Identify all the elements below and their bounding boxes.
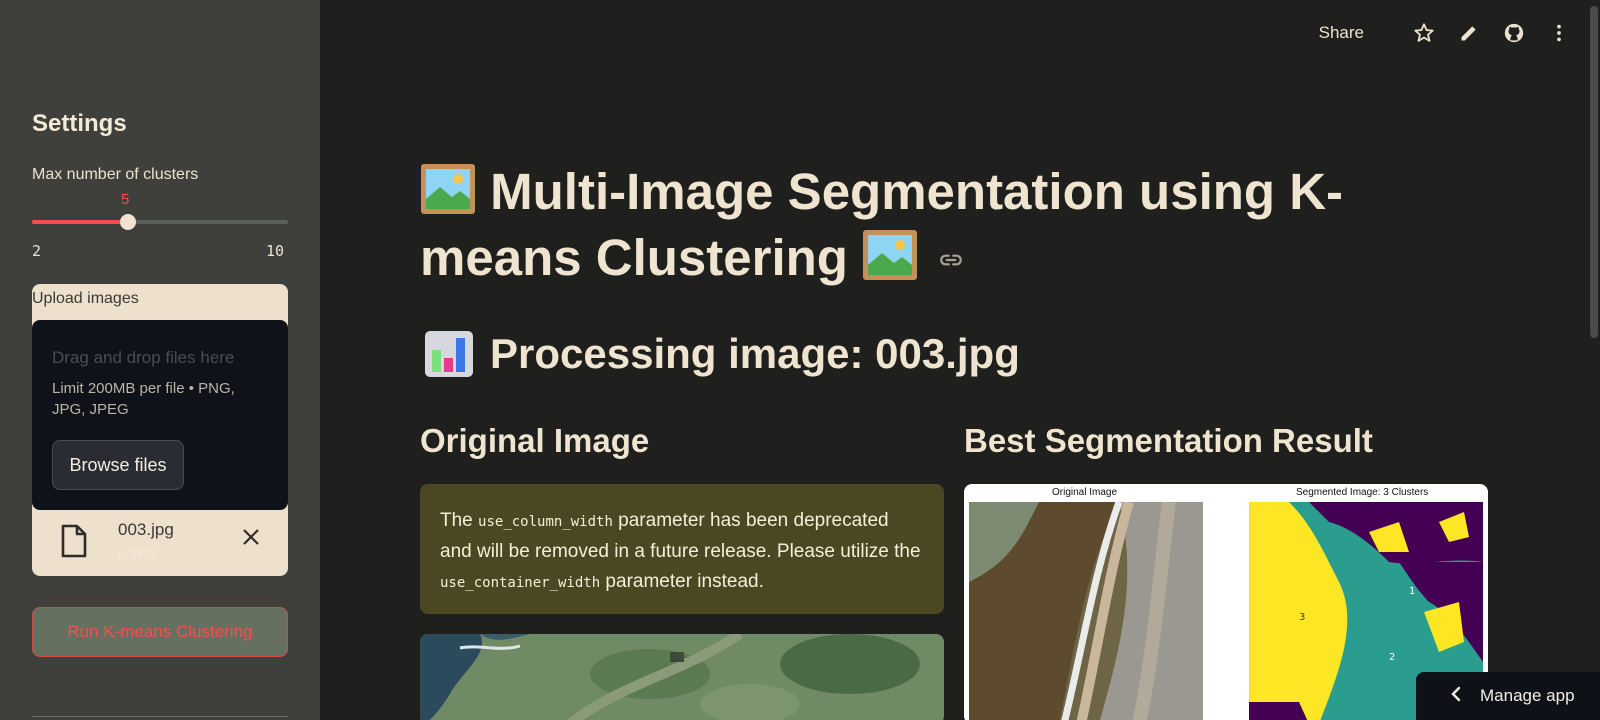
dropzone[interactable]: Drag and drop files here Limit 200MB per…	[32, 320, 288, 510]
uploaded-file: 003.jpg 8.3KB	[32, 512, 288, 576]
browse-files-button[interactable]: Browse files	[52, 440, 184, 490]
slider-thumb[interactable]	[120, 214, 136, 230]
dropzone-text: Drag and drop files here	[52, 348, 235, 367]
chevron-left-icon	[1450, 686, 1462, 707]
processing-heading: Processing image: 003.jpg	[424, 330, 1020, 378]
page-scrollbar[interactable]	[1590, 0, 1598, 720]
framed-picture-icon	[862, 229, 918, 281]
file-name: 003.jpg	[118, 520, 174, 539]
manage-app-button[interactable]: Manage app	[1416, 672, 1600, 720]
segmentation-figure: Original Image Segmented Image: 3 Cluste…	[964, 484, 1488, 720]
figure-caption-segmented: Segmented Image: 3 Clusters	[1296, 487, 1429, 498]
star-icon[interactable]	[1413, 22, 1435, 44]
file-icon	[60, 524, 88, 563]
segmentation-heading: Best Segmentation Result	[964, 422, 1373, 459]
warning-code-2: use_container_width	[440, 575, 601, 591]
close-icon[interactable]	[242, 528, 260, 551]
bar-chart-icon	[425, 331, 473, 377]
slider-min-label: 2	[32, 242, 42, 260]
sidebar-divider	[32, 716, 288, 717]
original-image	[420, 634, 944, 720]
cluster-slider[interactable]	[32, 214, 288, 230]
sidebar-title: Settings	[32, 110, 127, 137]
more-vertical-icon[interactable]	[1548, 22, 1570, 44]
slider-value: 5	[121, 191, 130, 208]
pencil-icon[interactable]	[1458, 22, 1480, 44]
figure-caption-original: Original Image	[1052, 487, 1118, 498]
framed-picture-icon	[420, 163, 476, 215]
cluster-label-1: 1	[1409, 586, 1415, 597]
slider-max-label: 10	[266, 242, 285, 260]
manage-app-label: Manage app	[1480, 686, 1575, 705]
uploader-label: Upload images	[32, 290, 139, 307]
original-thumbnail	[969, 502, 1203, 720]
run-kmeans-button[interactable]: Run K-means Clustering	[32, 607, 288, 657]
page-title: Multi-Image Segmentation using K-means C…	[420, 160, 1380, 290]
anchor-link-icon[interactable]	[938, 224, 964, 266]
scrollbar-thumb[interactable]	[1590, 6, 1598, 338]
warning-code-1: use_column_width	[478, 514, 613, 530]
warning-text-1: The	[440, 510, 479, 531]
share-button[interactable]: Share	[1319, 23, 1364, 43]
sidebar: Settings Max number of clusters 5 2 10 U…	[0, 0, 320, 720]
top-toolbar: Share	[1319, 18, 1570, 48]
original-image-heading: Original Image	[420, 422, 650, 459]
dropzone-limit: Limit 200MB per file • PNG, JPG, JPEG	[52, 380, 235, 418]
slider-label: Max number of clusters	[32, 166, 199, 183]
warning-text-3: parameter instead.	[600, 571, 764, 592]
cluster-label-3: 3	[1299, 612, 1305, 623]
slider-fill	[32, 220, 128, 224]
github-icon[interactable]	[1503, 22, 1525, 44]
file-uploader: Upload images Drag and drop files here L…	[32, 284, 288, 576]
processing-text: Processing image: 003.jpg	[490, 330, 1020, 377]
file-size: 8.3KB	[118, 546, 157, 562]
cluster-label-2: 2	[1389, 652, 1395, 663]
deprecation-warning: The use_column_width parameter has been …	[420, 484, 944, 614]
